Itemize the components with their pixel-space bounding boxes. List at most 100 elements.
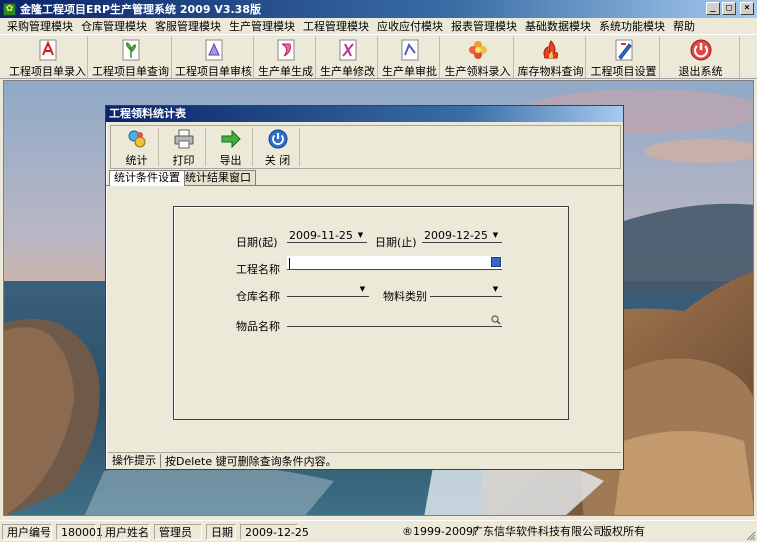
edit-doc-icon [335,38,361,62]
menu-bar: 采购管理模块 仓库管理模块 客服管理模块 生产管理模块 工程管理模块 应收应付模… [0,18,757,34]
inventory-query-button[interactable]: 库存物料查询 [516,36,586,78]
user-id-value: 180001 [56,524,103,540]
search-icon[interactable] [490,314,501,325]
tab-condition-settings[interactable]: 统计条件设置 [109,170,185,186]
project-entry-label: 工程项目单录入 [9,65,86,78]
text-caret [289,257,290,269]
date-from-label: 日期(起) [236,236,278,249]
material-stats-window: 工程领料统计表 统计 打印 导出 关 闭 统计条件设置 统计结果窗口 日期(起)… [105,105,624,470]
lookup-icon[interactable] [491,257,501,267]
project-entry-button[interactable]: 工程项目单录入 [8,36,88,78]
menu-purchase[interactable]: 采购管理模块 [4,18,78,34]
stats-label: 统计 [125,154,148,167]
production-generate-label: 生产单生成 [258,65,313,78]
hint-bar: 操作提示 按Delete 键可删除查询条件内容。 [108,452,621,468]
user-name-label: 用户姓名 [100,524,150,540]
export-button[interactable]: 导出 [209,128,253,167]
app-logo-icon: ✿ [3,2,16,16]
close-button[interactable]: × [740,2,754,15]
main-toolbar: 工程项目单录入 工程项目单查询 工程项目单审核 生产单生成 生产单修改 生产单审… [0,34,757,79]
power-red-icon [688,38,714,62]
material-category-select[interactable]: ▼ [430,283,502,297]
exit-system-button[interactable]: 退出系统 [662,36,740,78]
warehouse-name-label: 仓库名称 [236,290,280,303]
menu-reports[interactable]: 报表管理模块 [448,18,522,34]
printer-icon [172,128,196,150]
material-category-label: 物料类别 [383,290,427,303]
condition-panel: 日期(起) 2009-11-25 ▼ 日期(止) 2009-12-25 ▼ 工程… [173,206,569,420]
close-window-button[interactable]: 关 闭 [256,128,300,167]
material-issue-label: 生产领料录入 [444,65,511,78]
maximize-button[interactable]: □ [722,2,736,15]
power-blue-icon [266,128,290,150]
date-to-label: 日期(止) [375,236,417,249]
close-window-label: 关 闭 [264,154,291,167]
project-audit-label: 工程项目单审核 [175,65,252,78]
menu-warehouse[interactable]: 仓库管理模块 [78,18,152,34]
chevron-down-icon[interactable]: ▼ [490,284,501,295]
date-to-picker[interactable]: 2009-12-25 ▼ [422,229,502,243]
minimize-button[interactable]: _ [706,2,720,15]
user-name-value: 管理员 [154,524,202,540]
menu-receivable-payable[interactable]: 应收应付模块 [374,18,448,34]
print-button[interactable]: 打印 [162,128,206,167]
project-name-label: 工程名称 [236,263,280,276]
item-name-label: 物品名称 [236,320,280,333]
pen-doc-icon [611,38,637,62]
date-to-value: 2009-12-25 [424,229,488,242]
date-value: 2009-12-25 [240,524,309,540]
exit-system-label: 退出系统 [678,65,723,78]
window-controls: _ □ × [706,2,754,15]
status-bar: 用户编号 180001 用户姓名 管理员 日期 2009-12-25 ®1999… [0,520,757,542]
date-from-value: 2009-11-25 [289,229,353,242]
title-bar: ✿ 金隆工程项目ERP生产管理系统 2009 V3.38版 _ □ × [0,0,757,18]
menu-help[interactable]: 帮助 [670,18,700,34]
stats-icon [125,128,149,150]
warehouse-select[interactable]: ▼ [287,283,369,297]
chevron-down-icon[interactable]: ▼ [357,284,368,295]
pink-doc-icon [273,38,299,62]
export-arrow-icon [219,128,243,150]
project-query-button[interactable]: 工程项目单查询 [90,36,172,78]
rights-text: 版权所有 [601,525,645,538]
project-settings-button[interactable]: 工程项目设置 [588,36,660,78]
inventory-query-label: 库存物料查询 [517,65,584,78]
project-name-input[interactable] [287,256,502,270]
production-approve-label: 生产单审批 [382,65,437,78]
menu-customer-service[interactable]: 客服管理模块 [152,18,226,34]
tab-result-window[interactable]: 统计结果窗口 [180,170,256,186]
flame-doc-icon [538,38,564,62]
project-settings-label: 工程项目设置 [590,65,657,78]
user-id-label: 用户编号 [2,524,52,540]
menu-engineering[interactable]: 工程管理模块 [300,18,374,34]
chevron-down-icon[interactable]: ▼ [355,230,366,241]
approve-doc-icon [397,38,423,62]
chevron-down-icon[interactable]: ▼ [490,230,501,241]
hint-label: 操作提示 [108,453,161,468]
production-generate-button[interactable]: 生产单生成 [256,36,316,78]
production-approve-button[interactable]: 生产单审批 [380,36,440,78]
child-window-title: 工程领料统计表 [106,106,623,122]
production-edit-label: 生产单修改 [320,65,375,78]
item-name-input[interactable] [287,313,502,327]
project-audit-button[interactable]: 工程项目单审核 [174,36,254,78]
date-label: 日期 [206,524,236,540]
print-label: 打印 [172,154,195,167]
material-issue-button[interactable]: 生产领料录入 [442,36,514,78]
window-title: 金隆工程项目ERP生产管理系统 2009 V3.38版 [20,3,261,16]
company-name: 广东信华软件科技有限公司 [472,525,604,538]
resize-grip-icon[interactable] [745,530,756,541]
production-edit-button[interactable]: 生产单修改 [318,36,378,78]
tab-strip: 统计条件设置 统计结果窗口 [108,170,621,186]
hint-text: 按Delete 键可删除查询条件内容。 [165,454,337,468]
tab-content-area: 日期(起) 2009-11-25 ▼ 日期(止) 2009-12-25 ▼ 工程… [110,188,621,449]
menu-system[interactable]: 系统功能模块 [596,18,670,34]
date-from-picker[interactable]: 2009-11-25 ▼ [287,229,367,243]
menu-base-data[interactable]: 基础数据模块 [522,18,596,34]
purple-doc-icon [201,38,227,62]
stats-button[interactable]: 统计 [115,128,159,167]
flower-icon [465,38,491,62]
pdf-doc-icon [35,38,61,62]
menu-production[interactable]: 生产管理模块 [226,18,300,34]
child-toolbar: 统计 打印 导出 关 闭 [110,125,621,169]
